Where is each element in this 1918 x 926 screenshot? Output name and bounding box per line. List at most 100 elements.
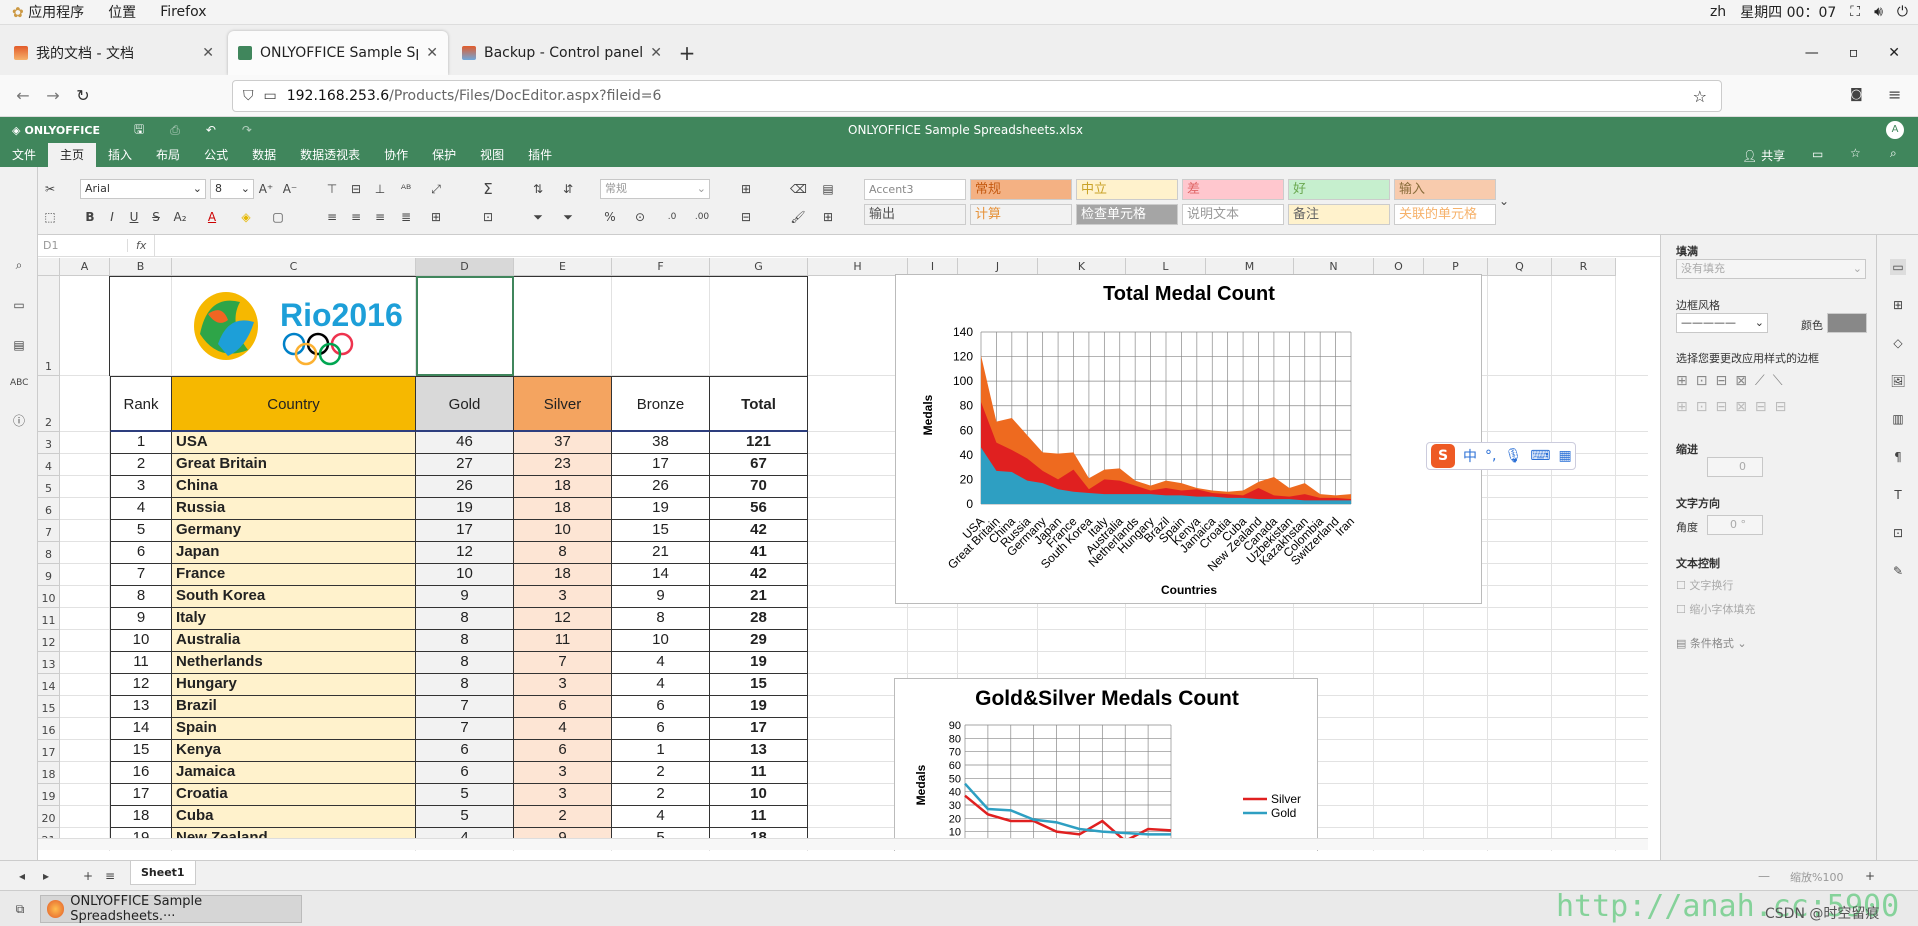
header-bronze[interactable]: Bronze (612, 376, 710, 432)
spreadsheet-grid[interactable]: ABCDEFGHIJKLMNOPQR 1 2 3 4 5 6 7 8 9 10 11 12 13 14 15… (38, 258, 1648, 851)
table-cell[interactable]: 4 (612, 806, 710, 828)
table-cell[interactable]: 2 (612, 784, 710, 806)
cell-settings-icon[interactable]: ▭ (1890, 259, 1906, 275)
tab-insert[interactable]: 插入 (96, 143, 144, 167)
network-icon[interactable]: ⛶ (1850, 4, 1860, 20)
column-header-f[interactable]: F (612, 258, 710, 276)
justify-icon[interactable]: ≣ (398, 209, 414, 225)
pocket-icon[interactable]: ◙ (1850, 87, 1863, 102)
table-cell[interactable]: 21 (612, 542, 710, 564)
row-header-8[interactable]: 8 (38, 542, 60, 564)
power-icon[interactable]: ⏻ (1897, 4, 1908, 20)
table-cell[interactable]: 7 (416, 718, 514, 740)
table-cell[interactable]: 1 (612, 740, 710, 762)
conditional-format-icon[interactable]: ▤ (820, 181, 836, 197)
table-cell[interactable]: 15 (612, 520, 710, 542)
table-cell[interactable]: 6 (514, 740, 612, 762)
table-cell[interactable]: 8 (416, 630, 514, 652)
cell-reference-box[interactable]: D1 (38, 239, 128, 252)
table-cell[interactable]: 3 (514, 762, 612, 784)
table-cell[interactable]: South Korea (172, 586, 416, 608)
align-right-icon[interactable]: ≡ (372, 209, 388, 225)
cut-icon[interactable]: ✂ (42, 181, 58, 197)
table-cell[interactable]: 7 (110, 564, 172, 586)
cell-style-b-2[interactable]: 检查单元格 (1076, 204, 1178, 225)
table-cell[interactable]: 13 (110, 696, 172, 718)
row-header-19[interactable]: 19 (38, 784, 60, 806)
table-cell[interactable]: 42 (710, 564, 808, 586)
print-icon[interactable]: ⎙ (170, 123, 180, 138)
wrap-text-checkbox[interactable]: ☐ 文字换行 (1676, 577, 1733, 593)
table-cell[interactable]: 6 (110, 542, 172, 564)
table-cell[interactable]: 17 (612, 454, 710, 476)
table-cell[interactable]: 15 (110, 740, 172, 762)
table-cell[interactable]: 12 (110, 674, 172, 696)
table-cell[interactable]: 37 (514, 432, 612, 454)
angle-input[interactable]: 0 ° (1707, 515, 1763, 535)
show-desktop-icon[interactable]: ⧉ (12, 901, 28, 917)
decrease-font-icon[interactable]: A⁻ (282, 181, 298, 197)
table-cell[interactable]: 15 (710, 674, 808, 696)
border-style-select[interactable]: ————— ⌄ (1676, 313, 1768, 333)
table-cell[interactable]: 4 (514, 718, 612, 740)
fx-icon[interactable]: fx (128, 239, 154, 252)
row-header-4[interactable]: 4 (38, 454, 60, 476)
table-cell[interactable]: 6 (416, 762, 514, 784)
underline-icon[interactable]: U (126, 209, 142, 225)
close-tab-icon[interactable]: ✕ (202, 45, 214, 61)
table-cell[interactable]: 17 (710, 718, 808, 740)
spellcheck-icon[interactable]: ABC (10, 375, 28, 391)
ime-toolbar[interactable]: S 中 °, 🎙︎ ⌨ ▦ (1426, 442, 1576, 470)
places-menu[interactable]: 位置 (96, 2, 148, 22)
align-middle-icon[interactable]: ⊟ (348, 181, 364, 197)
table-cell[interactable]: 4 (612, 674, 710, 696)
format-as-table-icon[interactable]: ⊞ (820, 209, 836, 225)
percent-icon[interactable]: % (602, 209, 618, 225)
align-left-icon[interactable]: ≡ (324, 209, 340, 225)
table-cell[interactable]: 7 (514, 652, 612, 674)
search-icon[interactable]: ⌕ (1890, 146, 1897, 161)
apps-grid-icon[interactable]: ▦ (1558, 448, 1571, 464)
table-cell[interactable]: 19 (710, 652, 808, 674)
table-cell[interactable]: France (172, 564, 416, 586)
formula-input[interactable] (154, 235, 1660, 256)
total-medal-count-chart[interactable]: Total Medal Count 0 20 40 60 80 100 120 140 USA Gr… (895, 274, 1493, 604)
cell-style-4[interactable]: 好 (1288, 179, 1390, 200)
ime-lang-toggle[interactable]: 中 (1463, 446, 1477, 466)
tab-backup-control-panel[interactable]: Backup - Control panel ✕ (452, 31, 672, 75)
row-header-15[interactable]: 15 (38, 696, 60, 718)
table-cell[interactable]: 46 (416, 432, 514, 454)
bold-icon[interactable]: B (82, 209, 98, 225)
back-icon[interactable]: ← (8, 86, 38, 105)
url-bar[interactable]: ⛉ ▭ 192.168.253.6/Products/Files/DocEdit… (232, 80, 1722, 112)
row-header-3[interactable]: 3 (38, 432, 60, 454)
chat-icon[interactable]: ▤ (11, 337, 27, 353)
column-header-e[interactable]: E (514, 258, 612, 276)
column-header-h[interactable]: H (808, 258, 908, 276)
border-buttons[interactable]: ⊞⊡⊟⊠⟋⟍ (1676, 373, 1791, 389)
table-cell[interactable]: 16 (110, 762, 172, 784)
table-cell[interactable]: 10 (110, 630, 172, 652)
sort-asc-icon[interactable]: ⇅ (530, 181, 546, 197)
rio2016-logo[interactable]: Rio2016 (188, 284, 420, 366)
table-cell[interactable]: 18 (514, 564, 612, 586)
cell-style-b-4[interactable]: 备注 (1288, 204, 1390, 225)
row-header-2[interactable]: 2 (38, 376, 60, 432)
table-cell[interactable]: 21 (710, 586, 808, 608)
cell-style-2[interactable]: 中立 (1076, 179, 1178, 200)
sheet-tab-sheet1[interactable]: Sheet1 (130, 861, 196, 885)
table-cell[interactable]: 19 (710, 696, 808, 718)
table-cell[interactable]: 6 (514, 696, 612, 718)
next-sheet-icon[interactable]: ▸ (38, 868, 54, 884)
table-cell[interactable]: Italy (172, 608, 416, 630)
table-cell[interactable]: 12 (514, 608, 612, 630)
row-header-17[interactable]: 17 (38, 740, 60, 762)
table-cell[interactable]: 3 (110, 476, 172, 498)
prev-sheet-icon[interactable]: ◂ (14, 868, 30, 884)
table-cell[interactable]: 10 (514, 520, 612, 542)
row-header-5[interactable]: 5 (38, 476, 60, 498)
column-header-g[interactable]: G (710, 258, 808, 276)
cell-style-b-5[interactable]: 关联的单元格 (1394, 204, 1496, 225)
table-cell[interactable]: 7 (416, 696, 514, 718)
page-info-icon[interactable]: ▭ (264, 88, 277, 104)
